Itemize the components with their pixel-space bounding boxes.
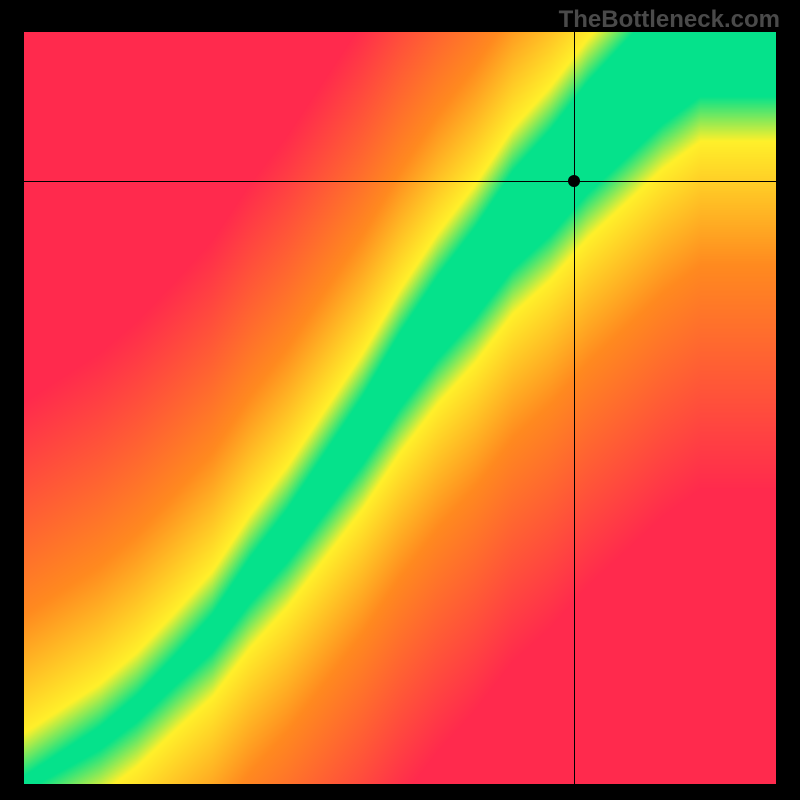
crosshair-vertical: [574, 32, 575, 784]
watermark-text: TheBottleneck.com: [559, 6, 780, 34]
chart-frame: TheBottleneck.com: [0, 0, 800, 800]
heatmap-canvas: [24, 32, 776, 784]
selected-point-marker: [568, 175, 580, 187]
crosshair-horizontal: [24, 181, 776, 182]
plot-area: [24, 32, 776, 784]
